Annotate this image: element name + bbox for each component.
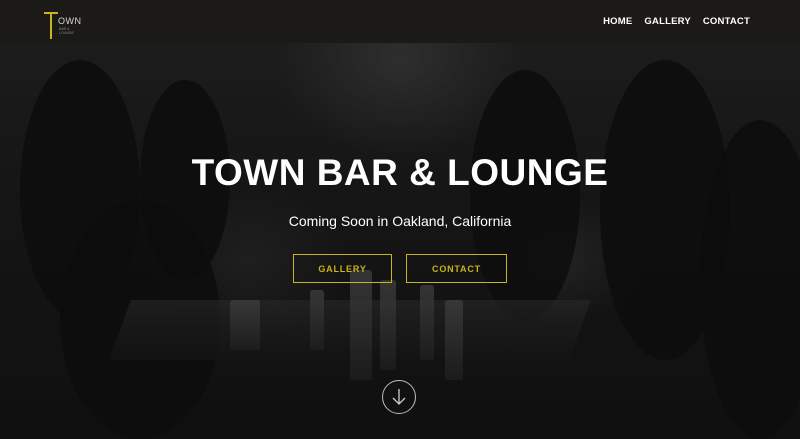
nav-link-contact[interactable]: CONTACT xyxy=(703,16,750,27)
hero-subtitle: Coming Soon in Oakland, California xyxy=(288,213,512,229)
town-logo[interactable]: OWN BAR & LOUNGE xyxy=(44,5,84,39)
contact-button[interactable]: CONTACT xyxy=(406,254,507,283)
scroll-down-button[interactable] xyxy=(382,380,416,414)
top-navbar: OWN BAR & LOUNGE HOME GALLERY CONTACT xyxy=(0,0,800,43)
gallery-button[interactable]: GALLERY xyxy=(293,254,392,283)
logo-subtext: BAR & LOUNGE xyxy=(59,26,74,35)
hero-title: TOWN BAR & LOUNGE xyxy=(191,152,609,193)
arrow-down-icon xyxy=(392,389,406,405)
nav-link-home[interactable]: HOME xyxy=(603,16,632,27)
nav-link-gallery[interactable]: GALLERY xyxy=(644,16,690,27)
logo-text: OWN xyxy=(58,15,82,26)
nav-links: HOME GALLERY CONTACT xyxy=(603,16,750,27)
logo-t-stem xyxy=(50,11,52,39)
